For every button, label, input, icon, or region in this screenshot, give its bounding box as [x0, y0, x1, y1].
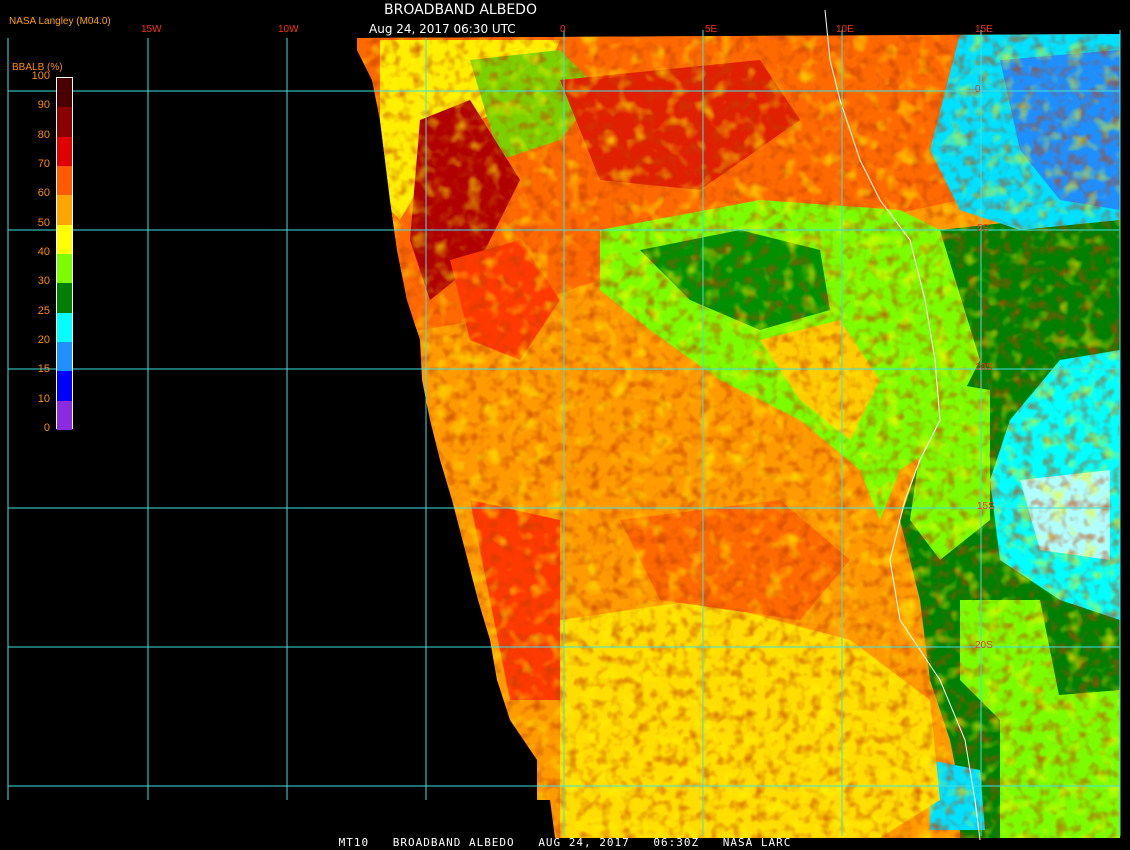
colorbar-tick-label: 40	[37, 246, 50, 258]
colorbar-tick-label: 0	[43, 422, 50, 434]
map-title: BROADBAND ALBEDO	[384, 2, 537, 18]
lon-label-0: 0	[560, 24, 566, 35]
colorbar-tick-label: 80	[37, 128, 50, 141]
colorbar-tick-label: 60	[37, 187, 50, 200]
lat-label-20s: 20S	[975, 640, 993, 651]
colorbar-segment	[57, 107, 72, 138]
colorbar-tick-label: 50	[37, 216, 50, 229]
colorbar-segment	[57, 342, 72, 372]
colorbar-tick-label: 90	[37, 99, 50, 112]
lon-label-15w: 15W	[141, 24, 162, 35]
lon-label-15e: 15E	[975, 24, 993, 35]
colorbar-segment	[57, 283, 72, 314]
lat-label-10s: 10S	[975, 362, 993, 373]
colorbar-segment	[57, 136, 72, 167]
colorbar-segment	[57, 166, 72, 196]
satellite-swath	[357, 34, 1120, 838]
colorbar-segment	[57, 78, 72, 108]
colorbar-segment	[57, 195, 72, 226]
footer-source: NASA LARC	[722, 836, 792, 849]
colorbar-segment	[57, 371, 72, 402]
lat-label-5s: 5S	[977, 223, 990, 234]
producer-label: NASA Langley (M04.0)	[9, 16, 111, 27]
colorbar-tick-label: 20	[37, 334, 50, 346]
lat-label-15s: 15S	[977, 501, 995, 512]
colorbar-segment	[57, 312, 72, 343]
colorbar-tick-label: 100	[31, 70, 50, 82]
colorbar	[56, 77, 73, 431]
footer-product: BROADBAND ALBEDO	[392, 836, 515, 849]
colorbar-segment	[57, 224, 72, 255]
colorbar-tick-label: 70	[37, 158, 50, 170]
colorbar-tick-label: 30	[37, 275, 50, 288]
footer-caption: MT10 BROADBAND ALBEDO AUG 24, 2017 06:30…	[0, 836, 1130, 849]
colorbar-tick-label: 25	[37, 304, 50, 317]
colorbar-segment	[57, 400, 72, 431]
colorbar-tick-label: 15	[37, 363, 50, 376]
colorbar-segment	[57, 254, 72, 284]
footer-instrument: MT10	[338, 836, 370, 849]
map-datetime: Aug 24, 2017 06:30 UTC	[369, 22, 516, 36]
footer-time: 06:30Z	[653, 836, 700, 849]
colorbar-tick-label: 10	[37, 392, 50, 405]
lat-label-0: 0	[975, 84, 981, 95]
satellite-image-viewer: { "header": { "title": "BROADBAND ALBEDO…	[0, 0, 1130, 850]
lon-label-10w: 10W	[278, 24, 299, 35]
albedo-map	[7, 9, 1121, 841]
lon-label-10e: 10E	[836, 24, 854, 35]
lon-label-5e: 5E	[705, 24, 718, 35]
footer-date: AUG 24, 2017	[538, 836, 630, 849]
